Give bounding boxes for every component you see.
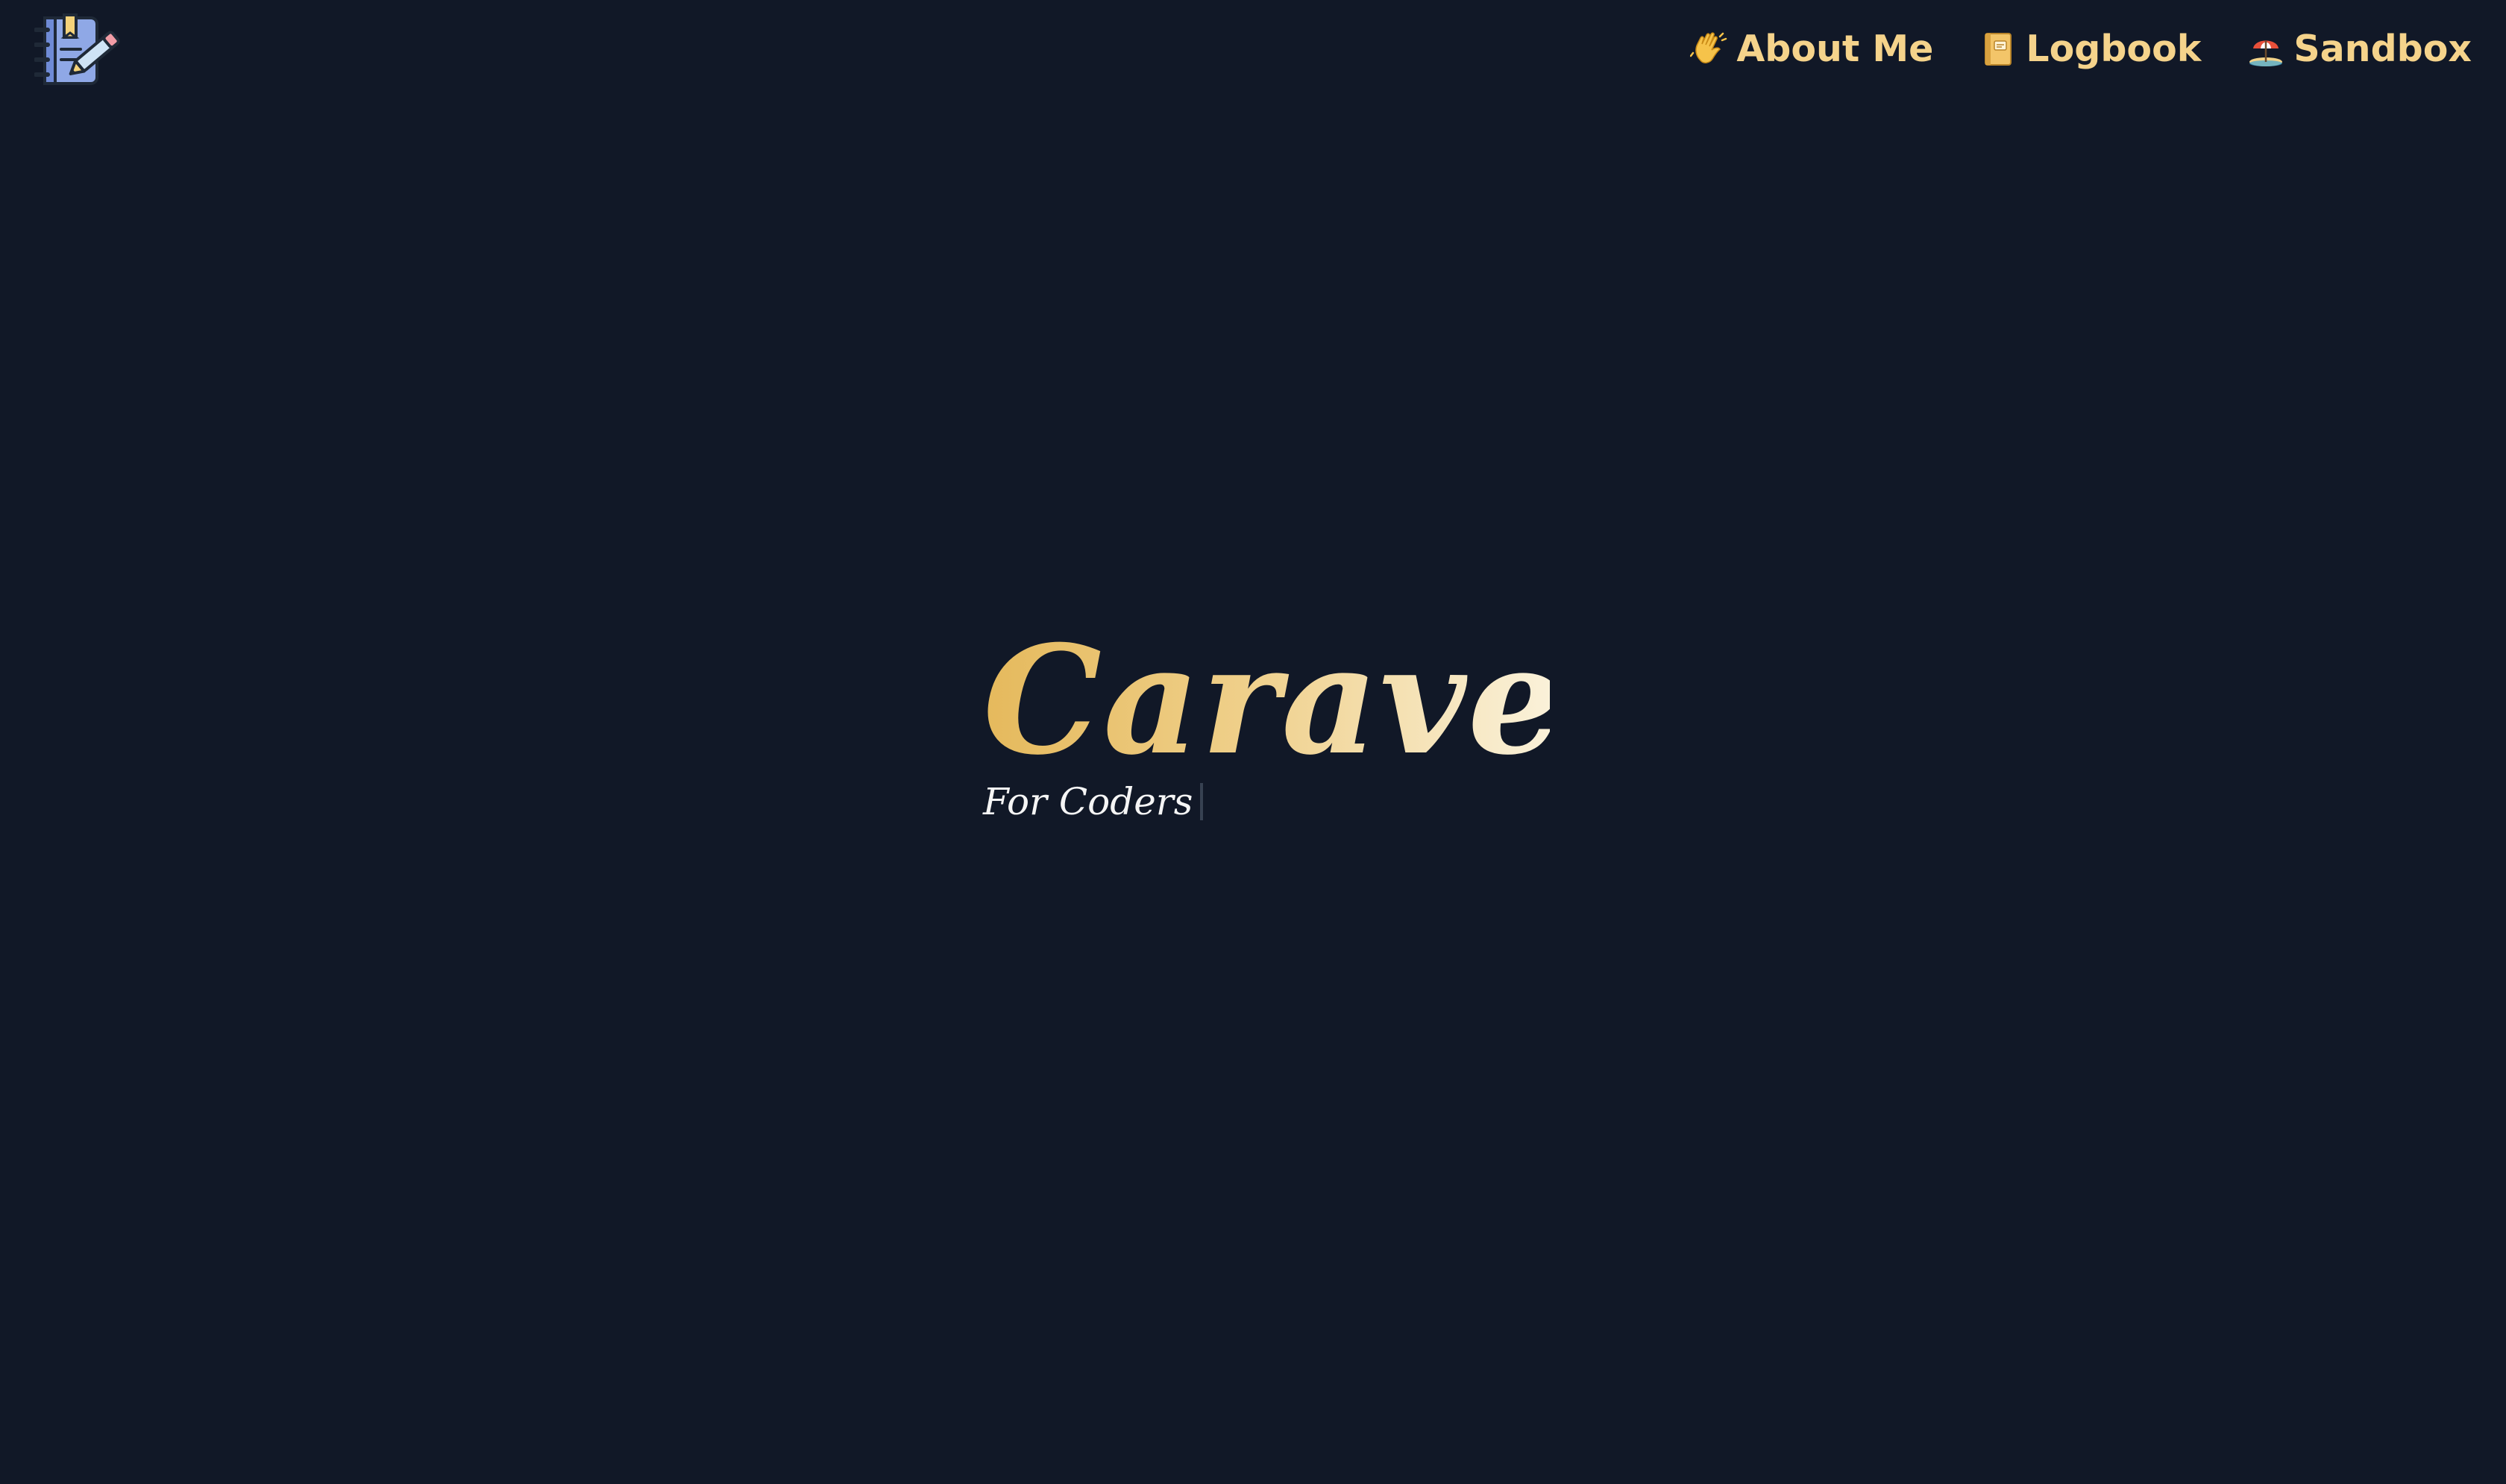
typing-caret (1200, 783, 1204, 820)
main-nav: About Me Logbook Sandbox (1690, 22, 2472, 76)
nav-label-logbook: Logbook (2026, 28, 2202, 70)
notebook-icon (1985, 33, 2012, 66)
hero-title: Caravel (983, 613, 1623, 788)
hero-subtitle: For Coders (983, 780, 1193, 823)
nav-link-sandbox[interactable]: Sandbox (2247, 22, 2472, 76)
nav-link-about-me[interactable]: About Me (1690, 22, 1933, 76)
nav-label-about-me: About Me (1736, 28, 1934, 70)
logo[interactable] (34, 13, 127, 88)
nav-link-logbook[interactable]: Logbook (1979, 22, 2201, 76)
hero: Caravel For Coders (983, 613, 1623, 828)
waving-hand-icon (1690, 32, 1727, 63)
nav-label-sandbox: Sandbox (2293, 28, 2472, 70)
notebook-pencil-icon (34, 13, 120, 85)
beach-umbrella-icon (2249, 40, 2283, 66)
